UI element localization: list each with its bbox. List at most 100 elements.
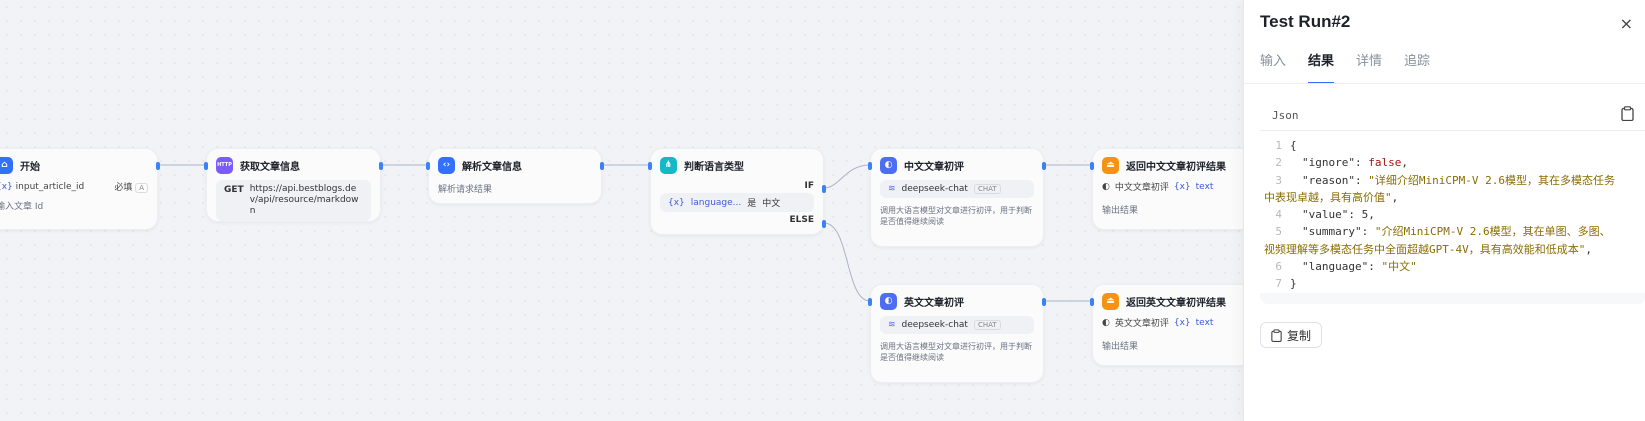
- node-title: 返回英文文章初评结果: [1126, 297, 1226, 309]
- copy-button[interactable]: 复制: [1260, 322, 1323, 348]
- tab-input[interactable]: 输入: [1260, 50, 1286, 84]
- input-port[interactable]: [1090, 162, 1094, 170]
- line-number: 7: [1275, 277, 1282, 291]
- tab-detail[interactable]: 详情: [1356, 50, 1382, 84]
- tab-divider: [1244, 83, 1645, 84]
- return-icon: ⏏: [1102, 156, 1119, 174]
- json-punct: ,: [1368, 208, 1375, 222]
- output-port[interactable]: [600, 162, 604, 170]
- model-tag: CHAT: [973, 184, 1001, 194]
- node-desc: 解析请求结果: [438, 185, 493, 195]
- code-line: 1{: [1260, 137, 1645, 154]
- json-key: "summary":: [1302, 225, 1375, 239]
- condition-value: 中文: [762, 199, 781, 209]
- input-port[interactable]: [204, 162, 208, 170]
- node-fetch[interactable]: HTTP 获取文章信息 GET https://api.bestblogs.de…: [204, 148, 383, 222]
- clipboard-icon[interactable]: [1621, 106, 1634, 125]
- code-line-wrap: 中表现卓越，具有高价值",: [1260, 189, 1645, 206]
- clipboard-icon: [1271, 328, 1282, 342]
- input-port[interactable]: [868, 298, 872, 306]
- panel-title: Test Run#2: [1260, 12, 1351, 31]
- node-judge[interactable]: ⋔ 判断语言类型 IF {x} language... 是 中文 ELSE: [648, 148, 826, 235]
- output-port[interactable]: [379, 162, 383, 170]
- code-text: "value": 5,: [1290, 206, 1375, 223]
- edge-judge-zh: [823, 164, 871, 189]
- node-title: 判断语言类型: [684, 161, 744, 173]
- json-value: "详细介绍MiniCPM-V 2.6模型，其在多模态任务: [1368, 173, 1615, 187]
- tab-result[interactable]: 结果: [1308, 50, 1335, 84]
- var-name: text: [1195, 317, 1214, 328]
- close-icon[interactable]: ×: [1620, 14, 1633, 33]
- node-title: 英文文章初评: [904, 297, 964, 309]
- branch-icon: ⋔: [660, 156, 677, 174]
- edge-layer: [158, 164, 1092, 302]
- json-value: "介绍MiniCPM-V 2.6模型，其在单图、多图、: [1374, 225, 1611, 239]
- var-source: 中文文章初评: [1114, 183, 1169, 193]
- node-en-return[interactable]: ⏏ 返回英文文章初评结果 ◐ 英文文章初评 {x} text Stri 输出结果: [1090, 284, 1266, 366]
- json-punct: ,: [1401, 156, 1408, 170]
- node-en-review[interactable]: ◐ 英文文章初评 ≋ deepseek-chat CHAT 调用大语言模型对文章…: [868, 284, 1046, 383]
- line-number: 4: [1275, 208, 1282, 222]
- line-number: 5: [1275, 225, 1282, 239]
- line-number: 3: [1275, 173, 1282, 187]
- edge-judge-en: [823, 222, 871, 302]
- param-name: input_article_id: [15, 181, 85, 192]
- node-zh-review[interactable]: ◐ 中文文章初评 ≋ deepseek-chat CHAT 调用大语言模型对文章…: [868, 148, 1046, 247]
- code-text: "language": "中文": [1290, 258, 1417, 275]
- llm-small-icon: ◐: [1102, 317, 1110, 328]
- output-port[interactable]: [156, 162, 160, 170]
- json-value: false: [1368, 156, 1402, 170]
- input-port[interactable]: [1090, 298, 1094, 306]
- node-title: 返回中文文章初评结果: [1126, 161, 1226, 173]
- model-tag: CHAT: [973, 320, 1001, 330]
- code-text: "ignore": false,: [1290, 154, 1408, 171]
- test-run-panel: Test Run#2 × 输入 结果 详情 追踪 Json 1{ 2 "ignore…: [1243, 0, 1645, 421]
- json-label: Json: [1272, 109, 1299, 122]
- tab-trace[interactable]: 追踪: [1404, 50, 1430, 84]
- node-start[interactable]: ⌂ 开始 {x} input_article_id 必填 A 输入文章 Id: [0, 148, 160, 230]
- llm-small-icon: ◐: [1102, 181, 1110, 192]
- output-port[interactable]: [1042, 162, 1046, 170]
- code-text: "summary": "介绍MiniCPM-V 2.6模型，其在单图、多图、: [1290, 223, 1611, 240]
- node-desc: 输出结果: [1102, 342, 1139, 352]
- code-text: }: [1290, 277, 1297, 291]
- panel-tabs: 输入 结果 详情 追踪: [1260, 50, 1430, 84]
- json-key: "value":: [1302, 208, 1362, 222]
- json-punct: ,: [1391, 190, 1399, 204]
- code-icon: ‹›: [438, 156, 455, 174]
- json-result-box: Json 1{ 2 "ignore": false, 3 "reason": "详细介绍…: [1260, 101, 1645, 304]
- llm-icon: ◐: [880, 292, 897, 310]
- var-name: text: [1195, 181, 1214, 192]
- node-title: 获取文章信息: [240, 161, 300, 173]
- code-line: 5 "summary": "介绍MiniCPM-V 2.6模型，其在单图、多图、: [1260, 223, 1645, 240]
- http-icon: HTTP: [216, 156, 233, 174]
- input-port[interactable]: [648, 162, 652, 170]
- node-desc: 输入文章 Id: [0, 202, 44, 212]
- node-desc: 调用大语言模型对文章进行初评，用于判断是否值得继续阅读: [880, 342, 1032, 362]
- deepseek-icon: ≋: [888, 184, 896, 194]
- else-port[interactable]: [822, 220, 826, 228]
- line-number: 2: [1275, 156, 1282, 170]
- required-label: 必填: [114, 183, 133, 193]
- node-zh-return[interactable]: ⏏ 返回中文文章初评结果 ◐ 中文文章初评 {x} text Stri 输出结果: [1090, 148, 1266, 230]
- json-key: "reason":: [1302, 173, 1369, 187]
- json-punct: ,: [1585, 242, 1592, 256]
- model-name: deepseek-chat: [901, 184, 968, 194]
- code-line: 4 "value": 5,: [1260, 206, 1645, 223]
- type-tag: A: [135, 183, 148, 193]
- code-line: 7}: [1260, 275, 1645, 292]
- if-port[interactable]: [822, 185, 826, 193]
- output-port[interactable]: [1042, 298, 1046, 306]
- http-url: https://api.bestblogs.dev/api/resource/m…: [249, 184, 359, 216]
- condition-operator: 是: [747, 199, 757, 209]
- condition-var: language...: [690, 197, 742, 208]
- node-parse[interactable]: ‹› 解析文章信息 解析请求结果: [426, 148, 604, 204]
- code-line-wrap: 视频理解等多模态任务中全面超越GPT-4V，具有高效能和低成本",: [1260, 241, 1645, 258]
- input-port[interactable]: [868, 162, 872, 170]
- model-name: deepseek-chat: [901, 320, 968, 330]
- deepseek-icon: ≋: [888, 320, 896, 330]
- json-value-cont: 视频理解等多模态任务中全面超越GPT-4V，具有高效能和低成本": [1264, 242, 1586, 256]
- json-key: "language":: [1302, 260, 1382, 274]
- input-port[interactable]: [426, 162, 430, 170]
- line-number: 1: [1275, 139, 1282, 152]
